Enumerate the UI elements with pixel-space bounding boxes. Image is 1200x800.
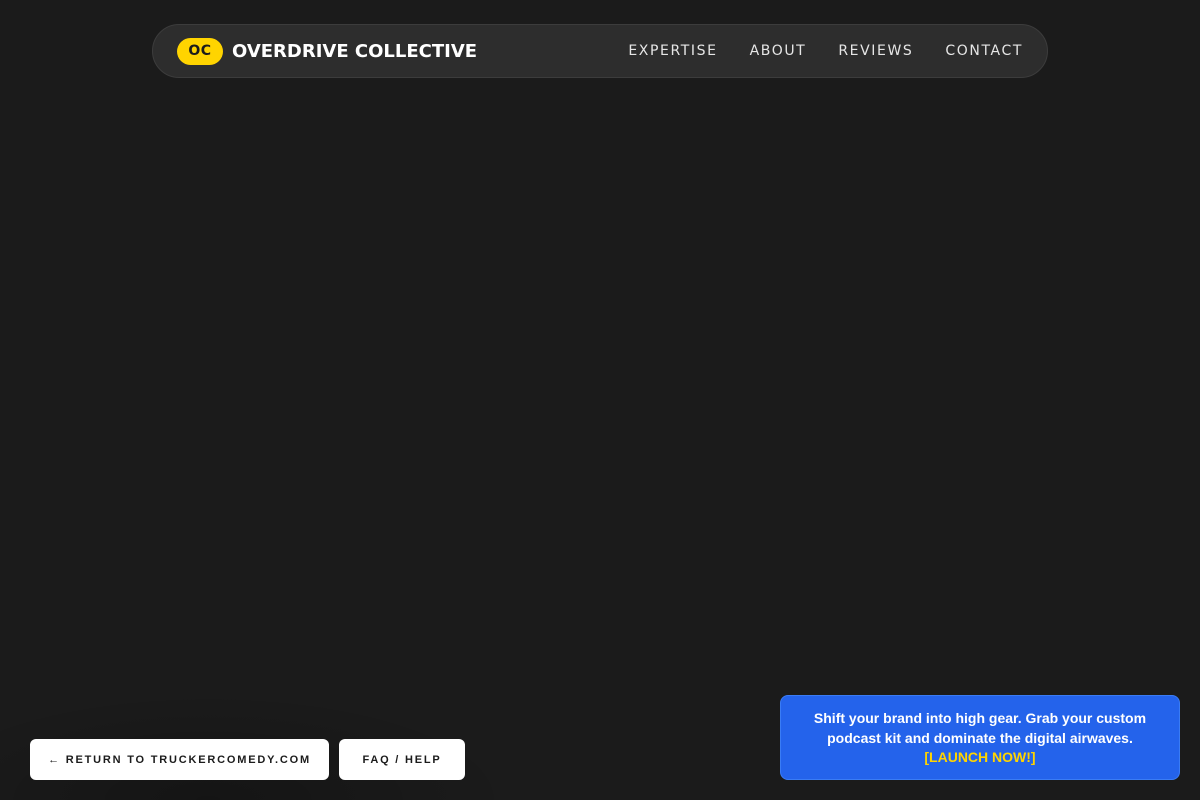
nav-link-contact[interactable]: CONTACT [945, 43, 1023, 59]
nav-link-reviews[interactable]: REVIEWS [838, 43, 913, 59]
nav-link-about[interactable]: ABOUT [750, 43, 807, 59]
brand-name: OVERDRIVE COLLECTIVE [232, 40, 478, 62]
top-navbar: OC OVERDRIVE COLLECTIVE EXPERTISE ABOUT … [152, 24, 1048, 78]
nav-link-expertise[interactable]: EXPERTISE [628, 43, 717, 59]
promo-banner: Shift your brand into high gear. Grab yo… [780, 695, 1180, 780]
promo-text: Shift your brand into high gear. Grab yo… [813, 710, 1147, 746]
page: OC OVERDRIVE COLLECTIVE EXPERTISE ABOUT … [0, 0, 1200, 800]
brand-logo-link[interactable]: OC OVERDRIVE COLLECTIVE [177, 37, 478, 65]
launch-now-link[interactable]: [LAUNCH NOW!] [924, 748, 1035, 767]
nav-links: EXPERTISE ABOUT REVIEWS CONTACT [628, 43, 1023, 59]
faq-help-button[interactable]: FAQ / HELP [339, 739, 465, 780]
brand-badge: OC [177, 37, 223, 65]
return-to-site-button[interactable]: ← RETURN TO TRUCKERCOMEDY.COM [30, 739, 329, 780]
